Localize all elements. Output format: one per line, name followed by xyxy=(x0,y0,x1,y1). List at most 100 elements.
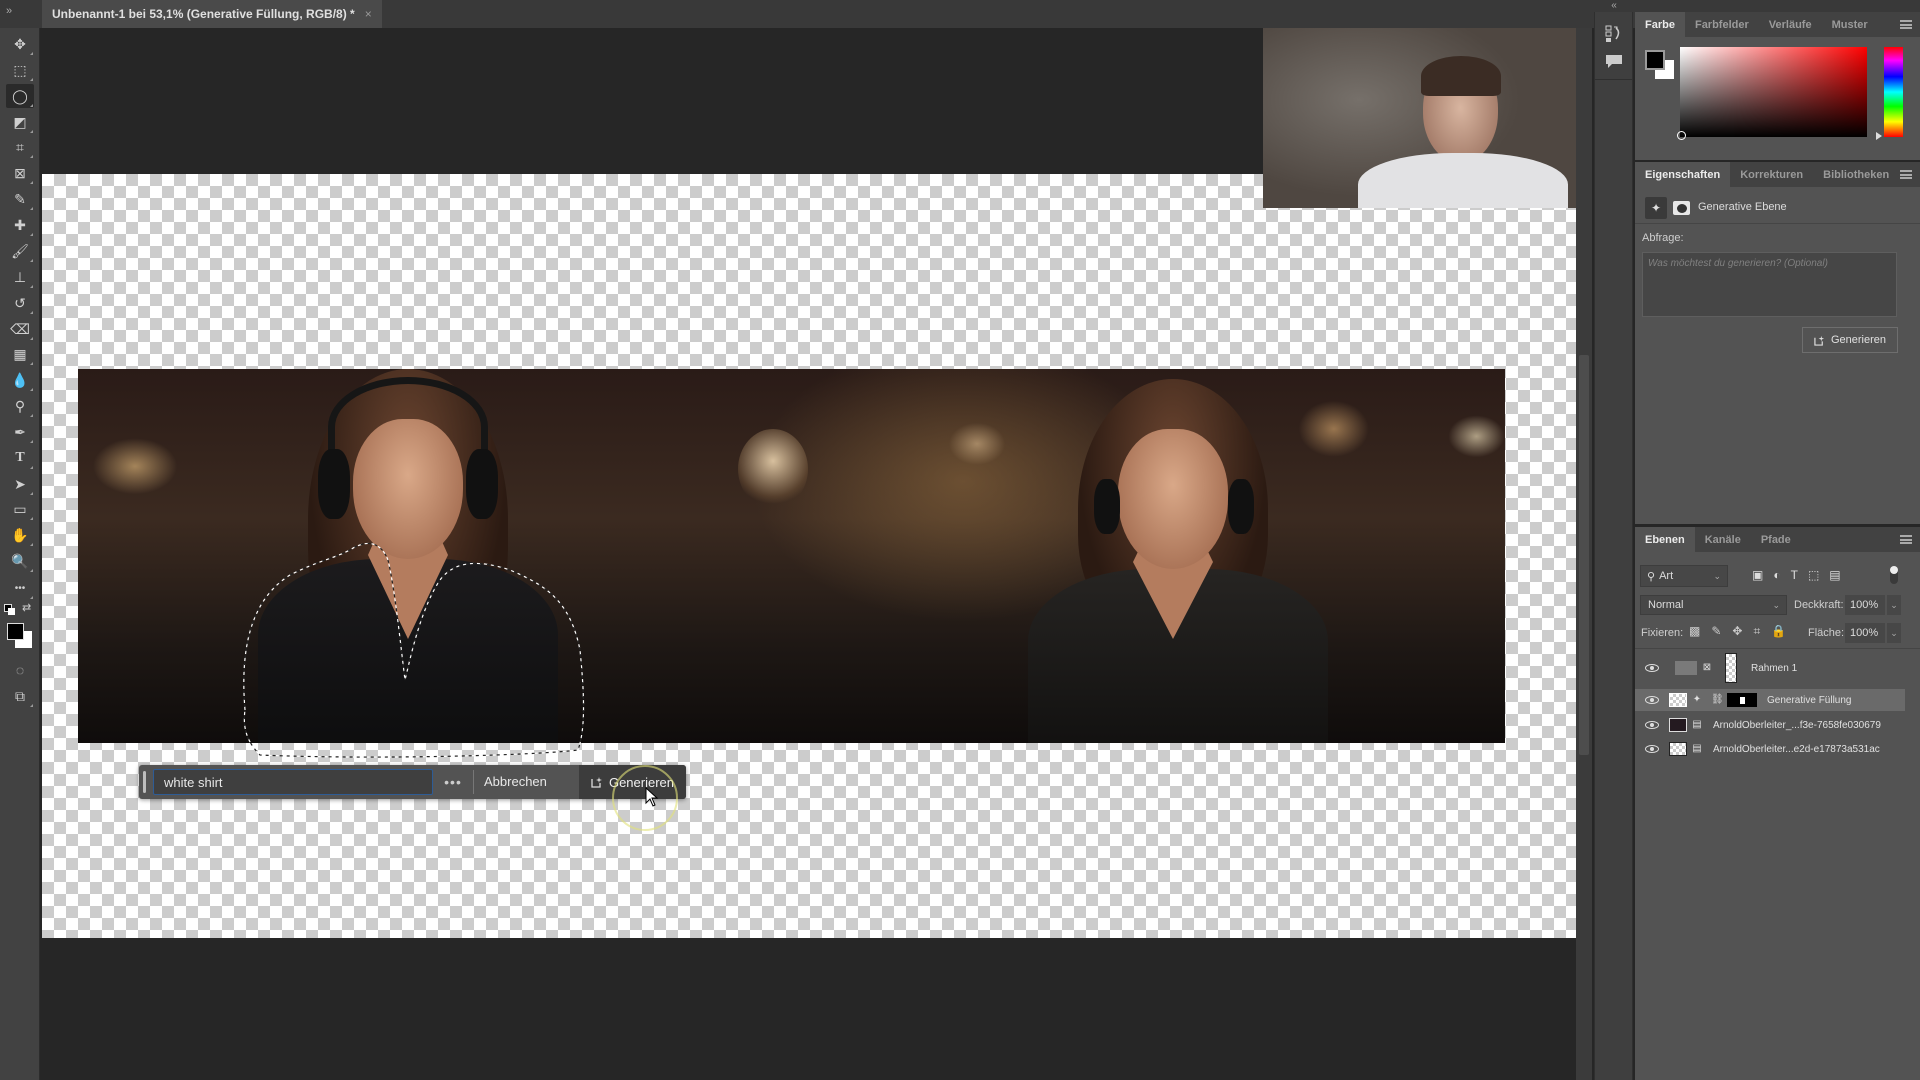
tab-verlaeufe[interactable]: Verläufe xyxy=(1759,12,1822,37)
fill-field[interactable]: 100% xyxy=(1845,623,1885,643)
blend-mode-select[interactable]: Normal ⌄ xyxy=(1640,595,1787,615)
shape-layer-filter-icon[interactable]: ⬚ xyxy=(1808,568,1819,582)
layer-row-smart-object[interactable]: ▤ ArnoldOberleiter_...f3e-7658fe030679 xyxy=(1635,714,1905,736)
lasso-tool-icon[interactable]: ◯ xyxy=(6,84,34,108)
eyedropper-tool-icon[interactable]: ✎ xyxy=(6,187,34,211)
close-document-icon[interactable]: × xyxy=(365,7,372,21)
adjustment-layer-filter-icon[interactable]: ◐ xyxy=(1773,568,1780,582)
move-tool-icon[interactable]: ✥ xyxy=(6,32,34,56)
collapse-panels-button[interactable]: « xyxy=(1594,0,1634,12)
properties-panel-menu-icon[interactable] xyxy=(1900,170,1912,179)
zoom-tool-icon[interactable]: 🔍 xyxy=(6,549,34,573)
type-layer-filter-icon[interactable]: T xyxy=(1791,568,1798,582)
tab-farbfelder[interactable]: Farbfelder xyxy=(1685,12,1759,37)
generative-fill-prompt-input[interactable] xyxy=(153,769,433,795)
tab-muster[interactable]: Muster xyxy=(1822,12,1878,37)
layer-name: Rahmen 1 xyxy=(1751,662,1798,674)
blur-tool-icon[interactable]: 💧 xyxy=(6,368,34,392)
lock-position-icon[interactable]: ✥ xyxy=(1732,624,1742,639)
contextual-task-bar: ••• Abbrechen Generieren xyxy=(139,765,686,799)
layer-row-smart-object[interactable]: ▤ ArnoldOberleiter...e2d-e17873a531ac xyxy=(1635,738,1905,760)
document-tab[interactable]: Unbenannt-1 bei 53,1% (Generative Füllun… xyxy=(42,0,382,28)
layers-panel-menu-icon[interactable] xyxy=(1900,535,1912,544)
studio-photo-layer[interactable] xyxy=(78,369,1505,743)
properties-generate-button[interactable]: Generieren xyxy=(1802,327,1898,353)
path-selection-tool-icon[interactable]: ➤ xyxy=(6,472,34,496)
layer-thumbnail xyxy=(1669,718,1687,732)
cancel-button[interactable]: Abbrechen xyxy=(474,765,557,799)
swap-colors-icon[interactable]: ⇄ xyxy=(22,601,31,614)
eraser-tool-icon[interactable]: ⌫ xyxy=(6,317,34,341)
hand-tool-icon[interactable]: ✋ xyxy=(6,523,34,547)
brush-tool-icon[interactable]: 🖌 xyxy=(6,239,34,263)
frame-tool-icon[interactable]: ⊠ xyxy=(6,161,34,185)
generate-label: Generieren xyxy=(608,774,674,790)
fill-dropdown-icon[interactable]: ⌄ xyxy=(1887,623,1901,643)
generative-layer-icon[interactable]: ✦ xyxy=(1645,197,1667,219)
tab-eigenschaften[interactable]: Eigenschaften xyxy=(1635,162,1731,187)
saturation-brightness-field[interactable] xyxy=(1680,47,1867,137)
tab-korrekturen[interactable]: Korrekturen xyxy=(1730,162,1813,187)
vertical-scrollbar-thumb[interactable] xyxy=(1579,355,1589,755)
color-picker-handle[interactable] xyxy=(1677,131,1686,140)
comments-panel-icon[interactable] xyxy=(1604,54,1624,70)
lock-transparency-icon[interactable]: ▩ xyxy=(1689,624,1700,639)
visibility-eye-icon[interactable] xyxy=(1645,745,1659,753)
layer-filter-toggle[interactable] xyxy=(1890,566,1898,584)
mask-thumbnail xyxy=(1727,693,1757,707)
gradient-tool-icon[interactable]: ▦ xyxy=(6,342,34,366)
generate-button[interactable]: Generieren xyxy=(578,765,686,799)
clone-stamp-tool-icon[interactable]: ⊥ xyxy=(6,265,34,289)
marquee-tool-icon[interactable]: ⬚ xyxy=(6,58,34,82)
crop-tool-icon[interactable]: ⌗ xyxy=(6,135,34,159)
layer-row-rahmen[interactable]: ⊠ Rahmen 1 xyxy=(1635,650,1905,686)
type-tool-icon[interactable]: T xyxy=(6,446,34,470)
task-bar-drag-handle[interactable] xyxy=(143,771,146,793)
layer-thumbnail xyxy=(1669,693,1687,707)
pixel-layer-filter-icon[interactable]: ▣ xyxy=(1752,568,1763,582)
hue-slider[interactable] xyxy=(1884,47,1903,137)
smart-object-filter-icon[interactable]: ▤ xyxy=(1829,568,1840,582)
more-options-button[interactable]: ••• xyxy=(433,774,473,790)
dodge-tool-icon[interactable]: ⚲ xyxy=(6,394,34,418)
layers-panel-tabs: Ebenen Kanäle Pfade xyxy=(1635,527,1920,552)
lock-artboard-icon[interactable]: ⌗ xyxy=(1753,624,1760,639)
opacity-dropdown-icon[interactable]: ⌄ xyxy=(1887,595,1901,615)
tab-kanaele[interactable]: Kanäle xyxy=(1695,527,1751,552)
lock-pixels-icon[interactable]: ✎ xyxy=(1711,624,1721,639)
opacity-field[interactable]: 100% xyxy=(1845,595,1885,615)
edit-toolbar-icon[interactable]: ••• xyxy=(6,576,34,600)
rectangle-tool-icon[interactable]: ▭ xyxy=(6,497,34,521)
visibility-eye-icon[interactable] xyxy=(1645,664,1659,672)
object-selection-tool-icon[interactable]: ◩ xyxy=(6,110,34,134)
tab-bibliotheken[interactable]: Bibliotheken xyxy=(1813,162,1899,187)
query-textarea[interactable] xyxy=(1642,252,1897,317)
default-colors-icon[interactable] xyxy=(4,604,15,615)
visibility-eye-icon[interactable] xyxy=(1645,696,1659,704)
color-panel-menu-icon[interactable] xyxy=(1900,20,1912,29)
history-panel-icon[interactable] xyxy=(1604,24,1624,44)
tab-ebenen[interactable]: Ebenen xyxy=(1635,527,1695,552)
healing-brush-tool-icon[interactable]: ✚ xyxy=(6,213,34,237)
color-panel-tabs: Farbe Farbfelder Verläufe Muster xyxy=(1635,12,1920,37)
chevron-down-icon: ⌄ xyxy=(1713,570,1721,581)
smart-object-icon: ▤ xyxy=(1692,743,1702,754)
tab-farbe[interactable]: Farbe xyxy=(1635,12,1685,37)
link-icon: ⛓ xyxy=(1711,694,1724,705)
visibility-eye-icon[interactable] xyxy=(1645,721,1659,729)
hue-slider-handle[interactable] xyxy=(1876,132,1882,140)
history-brush-tool-icon[interactable]: ↺ xyxy=(6,291,34,315)
layer-row-generative-fill[interactable]: ✦ ⛓ Generative Füllung xyxy=(1635,689,1905,711)
chevron-down-icon: ⌄ xyxy=(1772,599,1780,610)
foreground-color-chip[interactable] xyxy=(1645,50,1665,70)
screen-mode-icon[interactable]: ⧉ xyxy=(6,684,34,708)
pen-tool-icon[interactable]: ✒ xyxy=(6,420,34,444)
lock-options: ▩ ✎ ✥ ⌗ 🔒 xyxy=(1689,624,1786,639)
tab-pfade[interactable]: Pfade xyxy=(1751,527,1801,552)
layer-mask-icon[interactable] xyxy=(1673,201,1690,215)
layer-filter-select[interactable]: ⚲ Art ⌄ xyxy=(1640,565,1728,587)
lock-all-icon[interactable]: 🔒 xyxy=(1771,624,1786,639)
foreground-color-swatch[interactable] xyxy=(7,623,24,640)
collapse-toolbar-button[interactable]: » xyxy=(2,2,38,24)
quick-mask-icon[interactable]: ◌ xyxy=(6,658,34,682)
